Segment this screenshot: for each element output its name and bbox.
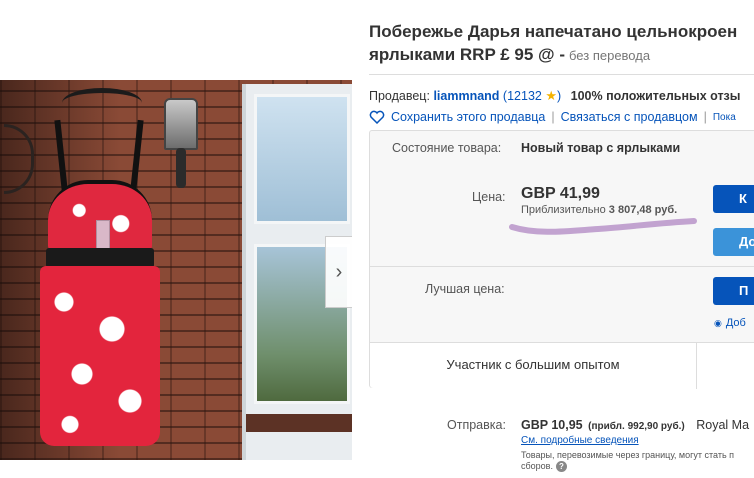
shipping-price: GBP 10,95 (прибл. 992,90 руб.) Royal Ma: [521, 418, 750, 432]
more-link[interactable]: Пока: [713, 112, 736, 123]
best-offer-button[interactable]: П: [713, 277, 754, 305]
seller-actions: Сохранить этого продавца | Связаться с п…: [369, 110, 736, 124]
dress-strap-right: [130, 119, 144, 191]
title-divider: [369, 74, 754, 75]
clothes-hanger: [62, 88, 142, 118]
condition-label: Состояние товара:: [392, 141, 502, 155]
condition-value: Новый товар с ярлыками: [521, 141, 681, 155]
translation-note: без перевода: [569, 48, 651, 63]
shipping-details-link[interactable]: См. подробные сведения: [521, 435, 639, 446]
product-image[interactable]: [0, 80, 352, 460]
dress-skirt: [40, 266, 160, 446]
dress-belt: [46, 248, 154, 268]
title-line-2: ярлыками RRP £ 95 @ - без перевода: [369, 45, 651, 64]
heart-outline-icon[interactable]: [369, 110, 385, 124]
feedback-score-link[interactable]: (12132 ★): [503, 88, 561, 103]
contact-seller-link[interactable]: Связаться с продавцом: [561, 110, 698, 124]
seller-name-link[interactable]: liammnand: [433, 89, 499, 103]
title-line-1: Побережье Дарья напечатано цельнокроен: [369, 22, 738, 41]
eye-icon: ◉: [714, 318, 722, 328]
shipping-note: Товары, перевозимые через границу, могут…: [521, 450, 735, 473]
dress-strap-left: [54, 119, 68, 191]
save-seller-link[interactable]: Сохранить этого продавца: [391, 110, 545, 124]
next-image-button[interactable]: ›: [325, 236, 352, 308]
seller-label: Продавец:: [369, 89, 430, 103]
dress-tag: [96, 220, 110, 250]
window-sill: [246, 414, 352, 432]
best-offer-label: Лучшая цена:: [425, 282, 505, 296]
seller-level-text: Участник с большим опытом: [446, 357, 620, 372]
dress: [30, 119, 170, 450]
action-separator: |: [703, 110, 707, 124]
add-to-cart-button[interactable]: До: [713, 228, 754, 256]
purchase-box: Состояние товара: Новый товар с ярлыками…: [369, 130, 754, 389]
seller-info: Продавец: liammnand (12132 ★) 100% полож…: [369, 88, 740, 104]
action-separator: |: [551, 110, 555, 124]
price-value: GBP 41,99: [521, 185, 600, 202]
star-icon: ★: [545, 88, 557, 103]
window-pane-top: [254, 94, 350, 224]
price-label: Цена:: [472, 190, 506, 204]
question-icon[interactable]: ?: [555, 461, 567, 473]
chevron-right-icon: ›: [335, 260, 343, 283]
add-to-watchlist-link[interactable]: ◉ Доб: [714, 317, 746, 329]
wall-lamp-arm: [176, 148, 186, 188]
positive-feedback: 100% положительных отзы: [570, 89, 741, 103]
section-divider: [370, 266, 754, 267]
shipping-label: Отправка:: [447, 418, 506, 432]
buy-now-button[interactable]: К: [713, 185, 754, 213]
listing-title: Побережье Дарья напечатано цельнокроен я…: [369, 20, 754, 67]
seller-level-divider: [696, 343, 697, 389]
seller-level-area: Участник с большим опытом: [370, 342, 754, 389]
highlight-scribble: [509, 218, 697, 235]
